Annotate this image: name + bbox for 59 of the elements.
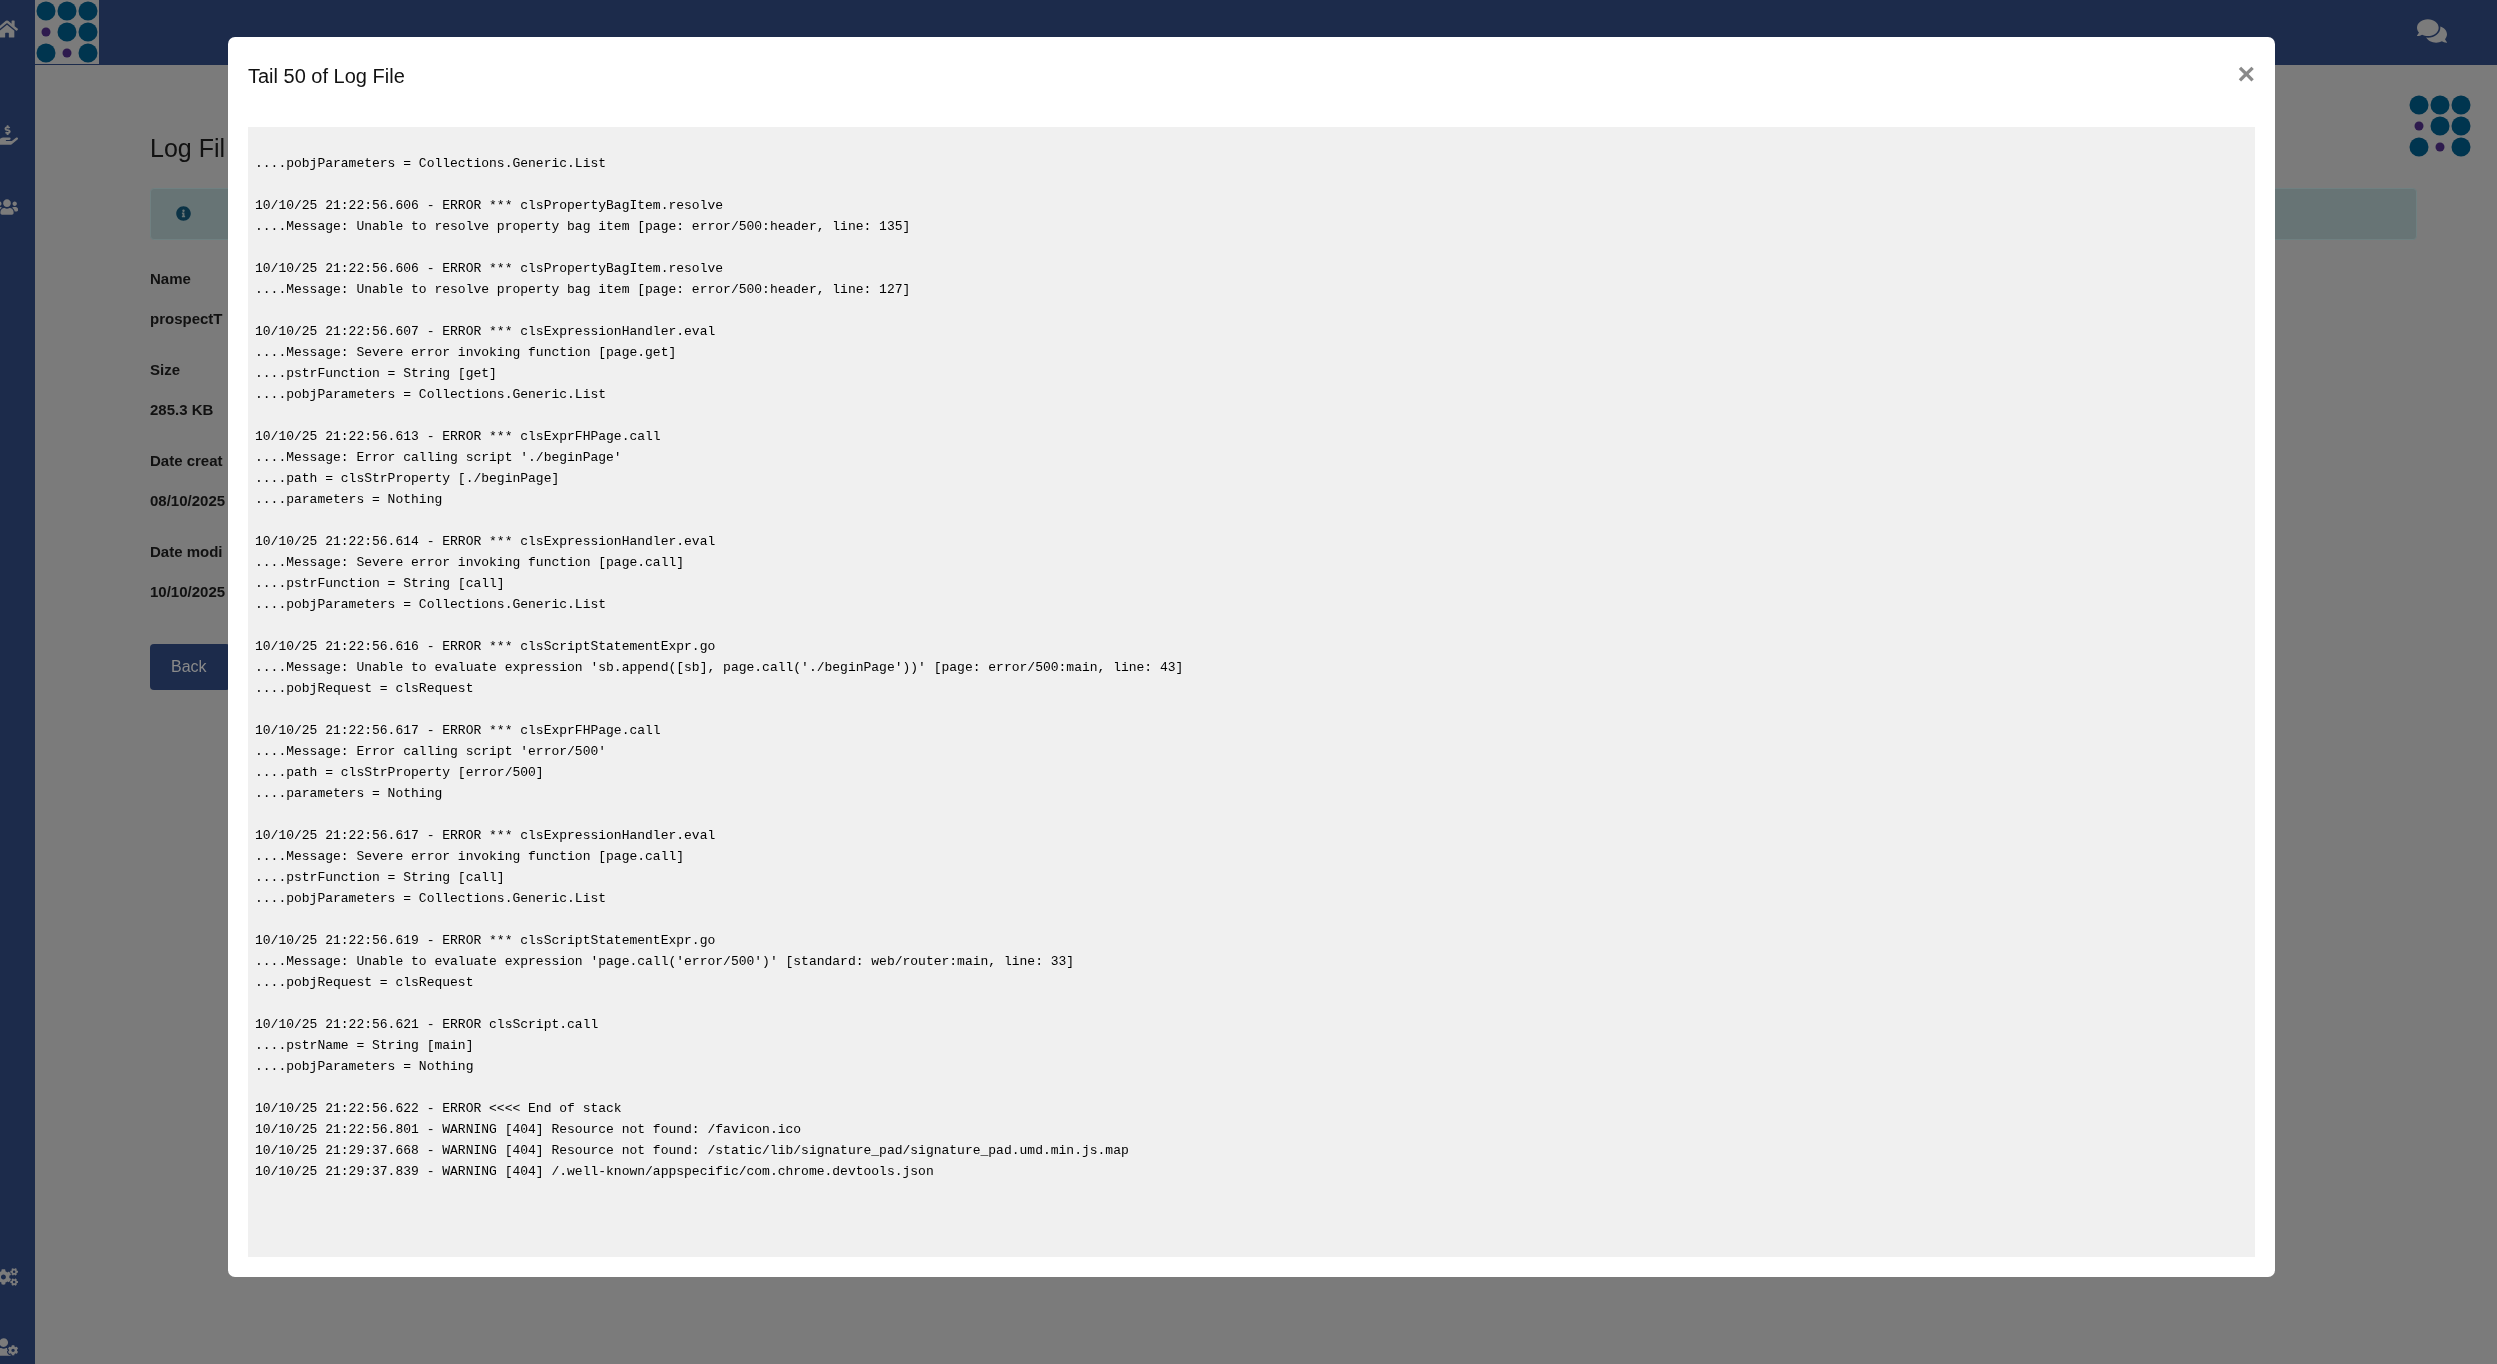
log-line: 10/10/25 21:29:37.839 - WARNING [404] /.well-known/appspecific/com.chrome.devtools.json bbox=[255, 1163, 934, 1181]
log-line: 10/10/25 21:22:56.621 - ERROR clsScript.call bbox=[255, 1016, 599, 1034]
page-title: Log Fil bbox=[150, 133, 226, 164]
log-line: 10/10/25 21:22:56.613 - ERROR *** clsExprFHPage.call bbox=[255, 428, 661, 446]
field-value: prospectT bbox=[150, 309, 223, 329]
log-line: 10/10/25 21:22:56.801 - WARNING [404] Resource not found: /favicon.ico bbox=[255, 1121, 802, 1139]
user-gear-icon[interactable] bbox=[0, 1336, 18, 1358]
log-line: ....pobjParameters = Nothing bbox=[255, 1058, 474, 1076]
info-icon bbox=[176, 206, 191, 221]
log-line: 10/10/25 21:22:56.619 - ERROR *** clsScriptStatementExpr.go bbox=[255, 932, 716, 950]
log-line: ....parameters = Nothing bbox=[255, 491, 443, 509]
cogs-icon[interactable] bbox=[0, 1266, 18, 1288]
log-line: 10/10/25 21:29:37.668 - WARNING [404] Resource not found: /static/lib/signature_pad/signature_pad.umd.min.js.map bbox=[255, 1142, 1129, 1160]
log-line: 10/10/25 21:22:56.616 - ERROR *** clsScriptStatementExpr.go bbox=[255, 638, 716, 656]
log-line: ....pobjParameters = Collections.Generic.List bbox=[255, 596, 607, 614]
users-icon[interactable] bbox=[0, 196, 18, 218]
dot-pattern bbox=[2409, 95, 2471, 157]
log-line: ....Message: Severe error invoking function [page.get] bbox=[255, 344, 677, 362]
log-line: ....Message: Unable to evaluate expression 'sb.append([sb], page.call('./beginPage'))' [page: error/500:main, line: 43] bbox=[255, 659, 1184, 677]
field-label: Date creat bbox=[150, 450, 223, 471]
log-line: ....pobjParameters = Collections.Generic.List bbox=[255, 386, 607, 404]
log-line: 10/10/25 21:22:56.617 - ERROR *** clsExpressionHandler.eval bbox=[255, 827, 716, 845]
modal-title: Tail 50 of Log File bbox=[248, 64, 405, 89]
home-icon[interactable] bbox=[0, 18, 18, 40]
close-button[interactable]: × bbox=[2237, 59, 2255, 89]
field-value: 285.3 KB bbox=[150, 400, 214, 420]
log-line: 10/10/25 21:22:56.606 - ERROR *** clsPropertyBagItem.resolve bbox=[255, 260, 724, 278]
money-hand-icon[interactable] bbox=[0, 124, 18, 146]
log-line: 10/10/25 21:22:56.606 - ERROR *** clsPropertyBagItem.resolve bbox=[255, 197, 724, 215]
field-label: Name bbox=[150, 268, 191, 289]
log-line: ....path = clsStrProperty [error/500] bbox=[255, 764, 544, 782]
log-line: ....pobjParameters = Collections.Generic.List bbox=[255, 155, 607, 173]
field-label: Date modi bbox=[150, 541, 223, 562]
log-line: ....Message: Severe error invoking function [page.call] bbox=[255, 554, 685, 572]
log-line: ....Message: Unable to resolve property bag item [page: error/500:header, line: 127] bbox=[255, 281, 911, 299]
log-line: 10/10/25 21:22:56.607 - ERROR *** clsExpressionHandler.eval bbox=[255, 323, 716, 341]
log-line: ....pobjRequest = clsRequest bbox=[255, 974, 474, 992]
log-line: ....pstrName = String [main] bbox=[255, 1037, 474, 1055]
chat-icon[interactable] bbox=[2417, 16, 2447, 46]
log-line: ....Message: Unable to resolve property bag item [page: error/500:header, line: 135] bbox=[255, 218, 911, 236]
log-line: ....Message: Error calling script 'error/500' bbox=[255, 743, 607, 761]
field-value: 10/10/2025 bbox=[150, 582, 226, 602]
field-label: Size bbox=[150, 359, 180, 380]
log-line: 10/10/25 21:22:56.614 - ERROR *** clsExpressionHandler.eval bbox=[255, 533, 716, 551]
log-line: ....pstrFunction = String [call] bbox=[255, 575, 505, 593]
log-line: 10/10/25 21:22:56.617 - ERROR *** clsExprFHPage.call bbox=[255, 722, 661, 740]
log-line: ....pobjRequest = clsRequest bbox=[255, 680, 474, 698]
log-line: 10/10/25 21:22:56.622 - ERROR <<<< End of stack bbox=[255, 1100, 622, 1118]
log-line: ....parameters = Nothing bbox=[255, 785, 443, 803]
log-line: ....pstrFunction = String [call] bbox=[255, 869, 505, 887]
log-line: ....Message: Severe error invoking function [page.call] bbox=[255, 848, 685, 866]
log-line: ....Message: Error calling script './beginPage' bbox=[255, 449, 622, 467]
log-line: ....Message: Unable to evaluate expression 'page.call('error/500')' [standard: web/router:main, line: 33] bbox=[255, 953, 1075, 971]
log-line: ....path = clsStrProperty [./beginPage] bbox=[255, 470, 560, 488]
field-value: 08/10/2025 bbox=[150, 491, 226, 511]
log-line: ....pstrFunction = String [get] bbox=[255, 365, 497, 383]
log-line: ....pobjParameters = Collections.Generic.List bbox=[255, 890, 607, 908]
back-button[interactable]: Back bbox=[150, 643, 230, 690]
dot-logo bbox=[36, 1, 98, 63]
